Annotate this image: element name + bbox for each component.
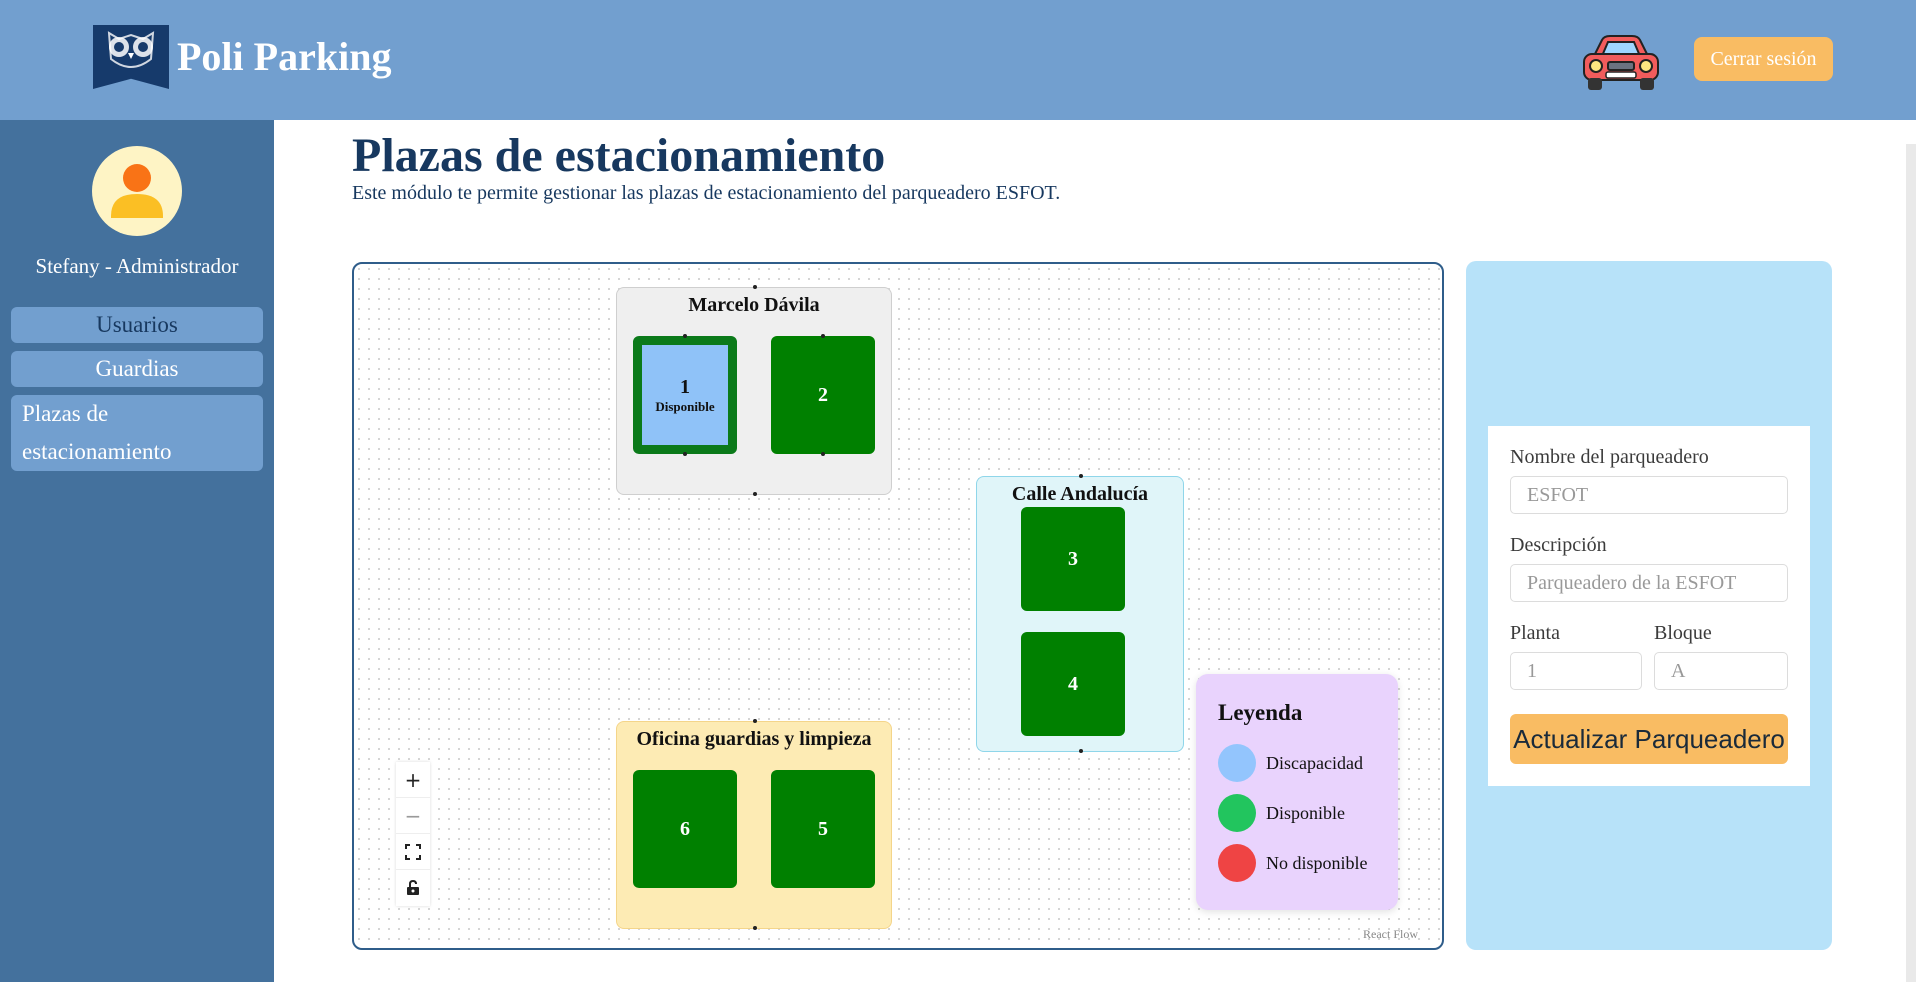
page-description: Este módulo te permite gestionar las pla…	[352, 182, 1061, 204]
legend-item-discapacidad: Discapacidad	[1218, 744, 1363, 782]
parking-info-panel: Nombre del parqueadero ESFOT Descripción…	[1466, 261, 1832, 950]
legend-title: Leyenda	[1218, 700, 1303, 725]
sidebar: Stefany - Administrador Usuarios Guardia…	[0, 120, 274, 982]
legend-item-disponible: Disponible	[1218, 794, 1345, 832]
node-handle[interactable]	[753, 492, 757, 496]
user-icon	[111, 164, 163, 218]
group-calle-andalucia[interactable]: Calle Andalucía 3 4	[976, 474, 1184, 753]
block-label: Bloque	[1654, 622, 1712, 644]
group-oficina-guardias[interactable]: Oficina guardias y limpieza 6 5	[616, 719, 892, 930]
legend-dot	[1218, 744, 1256, 782]
spot-number: 1	[680, 375, 690, 398]
legend-dot	[1218, 794, 1256, 832]
parking-flow-canvas[interactable]: Marcelo Dávila 1 Disponible 2 Calle Anda…	[352, 262, 1444, 950]
app-title: Poli Parking	[177, 34, 392, 79]
parking-spot-4[interactable]: 4	[1021, 632, 1125, 736]
group-marcelo-davila[interactable]: Marcelo Dávila 1 Disponible 2	[616, 285, 892, 496]
parking-spot-3[interactable]: 3	[1021, 507, 1125, 611]
fit-view-icon[interactable]	[396, 834, 430, 870]
spot-status: Disponible	[655, 398, 715, 414]
parking-spot-2[interactable]: 2	[771, 336, 875, 454]
legend-label: Discapacidad	[1266, 752, 1363, 773]
parking-spot-6[interactable]: 6	[633, 770, 737, 888]
parking-spot-1[interactable]: 1 Disponible	[633, 336, 737, 454]
group-title: Oficina guardias y limpieza	[636, 728, 872, 750]
scrollbar[interactable]	[1906, 144, 1916, 982]
parking-form: Nombre del parqueadero ESFOT Descripción…	[1488, 426, 1810, 786]
block-input[interactable]: A	[1654, 652, 1788, 690]
node-handle[interactable]	[821, 334, 825, 338]
group-title: Calle Andalucía	[1011, 483, 1149, 505]
node-handle[interactable]	[753, 285, 757, 289]
parking-spot-5[interactable]: 5	[771, 770, 875, 888]
spot-number: 3	[1068, 547, 1078, 570]
group-title: Marcelo Dávila	[688, 294, 820, 316]
sidebar-item-guardias[interactable]: Guardias	[11, 351, 263, 387]
react-flow-attribution[interactable]: React Flow	[1363, 927, 1418, 942]
sidebar-item-usuarios[interactable]: Usuarios	[11, 307, 263, 343]
spot-number: 4	[1068, 672, 1078, 695]
lock-icon[interactable]	[396, 870, 430, 906]
avatar	[92, 146, 182, 236]
legend-item-no-disponible: No disponible	[1218, 844, 1368, 882]
node-handle[interactable]	[683, 334, 687, 338]
top-header: Poli Parking Cerrar sesión	[0, 0, 1916, 120]
legend-label: Disponible	[1266, 802, 1345, 823]
node-handle[interactable]	[821, 452, 825, 456]
flow-controls: + −	[396, 762, 430, 906]
node-handle[interactable]	[753, 926, 757, 930]
name-label: Nombre del parqueadero	[1510, 446, 1709, 468]
parking-name-input[interactable]: ESFOT	[1510, 476, 1788, 514]
user-name: Stefany - Administrador	[35, 254, 239, 278]
zoom-out-icon[interactable]: −	[396, 798, 430, 834]
node-handle[interactable]	[753, 719, 757, 723]
spot-number: 2	[818, 383, 828, 406]
description-label: Descripción	[1510, 534, 1607, 556]
node-handle[interactable]	[683, 452, 687, 456]
legend-dot	[1218, 844, 1256, 882]
car-icon	[1580, 32, 1662, 94]
spot-number: 5	[818, 817, 828, 840]
legend-label: No disponible	[1266, 852, 1368, 873]
parking-description-input[interactable]: Parqueadero de la ESFOT	[1510, 564, 1788, 602]
spot-number: 6	[680, 817, 690, 840]
floor-input[interactable]: 1	[1510, 652, 1642, 690]
update-parking-button[interactable]: Actualizar Parqueadero	[1510, 714, 1788, 764]
logout-button[interactable]: Cerrar sesión	[1694, 37, 1833, 81]
node-handle[interactable]	[1079, 474, 1083, 478]
floor-label: Planta	[1510, 622, 1560, 644]
legend: Leyenda Discapacidad Disponible No dispo…	[1196, 674, 1398, 910]
zoom-in-icon[interactable]: +	[396, 762, 430, 798]
page-title: Plazas de estacionamiento	[352, 129, 886, 182]
owl-logo-icon	[93, 25, 169, 89]
sidebar-item-plazas[interactable]: Plazas de estacionamiento	[11, 395, 263, 471]
node-handle[interactable]	[1079, 749, 1083, 753]
